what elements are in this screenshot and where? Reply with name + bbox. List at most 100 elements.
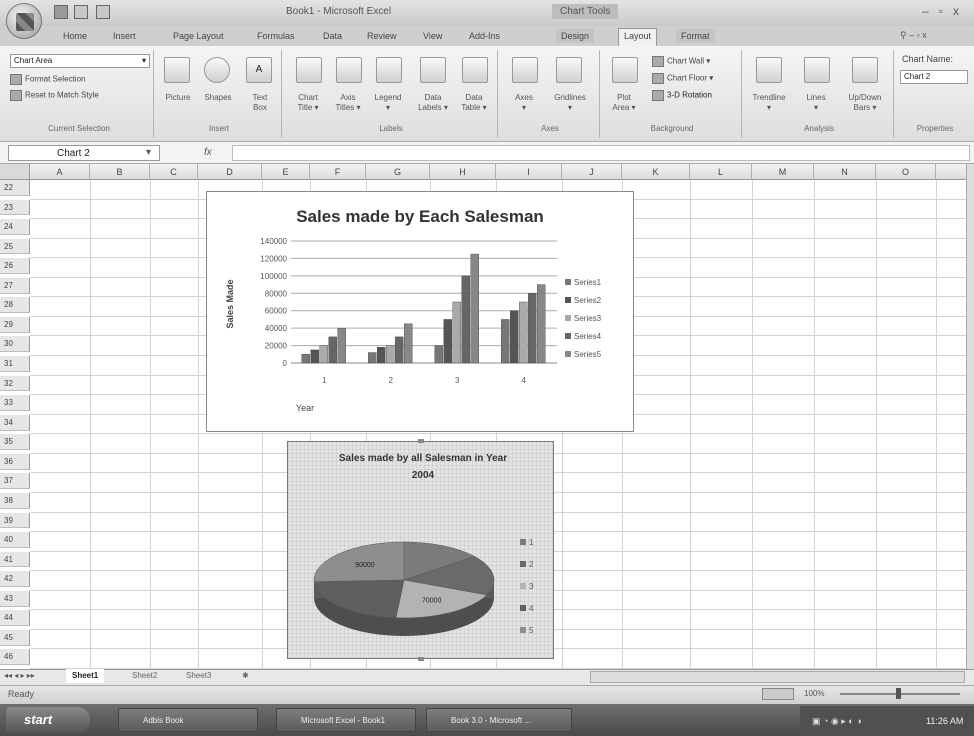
fx-icon[interactable]: fx [204,147,212,158]
tab-page-layout[interactable]: Page Layout [168,29,229,43]
taskbar-item-2[interactable]: Microsoft Excel - Book1 [276,708,416,732]
chart-floor-button[interactable]: Chart Floor ▾ [652,73,713,84]
pie-legend-entry[interactable]: 4 [529,604,534,613]
axes-icon[interactable] [512,57,538,83]
picture-label[interactable]: Picture [158,93,198,103]
insert-sheet-icon[interactable]: ✱ [236,669,255,683]
row-header-25[interactable]: 25 [0,238,30,255]
undo-icon[interactable] [74,5,88,19]
column-header-h[interactable]: H [430,164,496,180]
chart-wall-button[interactable]: Chart Wall ▾ [652,56,710,67]
bar-series3-1[interactable] [319,345,328,364]
tab-home[interactable]: Home [58,29,92,43]
bar-series4-1[interactable] [328,336,337,364]
bar-series3-4[interactable] [519,301,528,364]
taskbar-item-3[interactable]: Book 3.0 - Microsoft ... [426,708,572,732]
row-header-34[interactable]: 34 [0,414,30,431]
axis-titles-button[interactable]: Axis Titles ▾ [328,93,368,113]
plot-area-button[interactable]: Plot Area ▾ [604,93,644,113]
chart-title-button[interactable]: Chart Title ▾ [288,93,328,113]
row-header-46[interactable]: 46 [0,649,30,666]
legend-icon[interactable] [376,57,402,83]
name-box[interactable]: Chart 2 [8,145,160,161]
tab-insert[interactable]: Insert [108,29,141,43]
help-icon[interactable]: ⚲ – ▫ x [900,30,927,41]
formula-input[interactable] [232,145,970,161]
bar-series3-3[interactable] [452,301,461,364]
zoom-level[interactable]: 100% [804,689,824,698]
column-header-l[interactable]: L [690,164,752,180]
column-header-n[interactable]: N [814,164,876,180]
legend-entry[interactable]: Series3 [574,314,602,323]
bar-series2-2[interactable] [377,347,386,364]
updown-bars-button[interactable]: Up/Down Bars ▾ [840,93,890,113]
column-header-b[interactable]: B [90,164,150,180]
bar-series2-3[interactable] [443,319,452,364]
office-button[interactable] [6,3,42,39]
row-header-26[interactable]: 26 [0,258,30,275]
lines-button[interactable]: Lines ▾ [796,93,836,113]
taskbar-item-1[interactable]: Adbis Book [118,708,258,732]
pie-legend-entry[interactable]: 1 [529,538,534,547]
legend-entry[interactable]: Series2 [574,296,602,305]
axes-button[interactable]: Axes ▾ [504,93,544,113]
sheet-tab-sheet3[interactable]: Sheet3 [180,669,217,683]
gridlines-button[interactable]: Gridlines ▾ [546,93,594,113]
bar-series5-2[interactable] [404,323,413,364]
tab-design[interactable]: Design [556,29,595,43]
column-header-m[interactable]: M [752,164,814,180]
row-header-40[interactable]: 40 [0,532,30,548]
resize-handle[interactable] [418,657,424,661]
bar-series3-2[interactable] [386,345,395,364]
column-header-d[interactable]: D [198,164,262,180]
legend-entry[interactable]: Series4 [574,332,602,341]
row-header-23[interactable]: 23 [0,199,30,216]
horizontal-scrollbar[interactable] [590,671,965,683]
tab-data[interactable]: Data [318,29,347,43]
data-labels-icon[interactable] [420,57,446,83]
name-box-dropdown-icon[interactable]: ▾ [146,147,151,158]
column-header-a[interactable]: A [30,164,90,180]
minimize-button[interactable]: – [922,4,939,18]
bar-series1-3[interactable] [434,345,443,364]
tab-layout[interactable]: Layout [618,28,658,46]
tab-review[interactable]: Review [362,29,402,43]
column-header-c[interactable]: C [150,164,198,180]
trendline-button[interactable]: Trendline ▾ [746,93,792,113]
data-labels-button[interactable]: Data Labels ▾ [410,93,456,113]
bar-series1-4[interactable] [501,319,510,364]
bar-series1-2[interactable] [368,352,377,364]
chart-elements-dropdown[interactable]: Chart Area ▾ [10,54,150,68]
axis-titles-icon[interactable] [336,57,362,83]
row-header-38[interactable]: 38 [0,492,30,509]
bar-series5-3[interactable] [470,253,479,364]
close-button[interactable]: x [953,4,969,18]
column-header-o[interactable]: O [876,164,936,180]
restore-button[interactable]: ▫ [939,4,953,18]
column-header-e[interactable]: E [262,164,310,180]
column-header-g[interactable]: G [366,164,430,180]
row-header-37[interactable]: 37 [0,473,30,490]
vertical-scrollbar[interactable] [966,164,974,669]
sheet-nav-arrows-icon[interactable]: ◂◂ ◂ ▸ ▸▸ [4,671,35,680]
text-box-label[interactable]: Text Box [240,93,280,113]
row-header-44[interactable]: 44 [0,610,30,627]
row-header-29[interactable]: 29 [0,316,30,333]
row-header-43[interactable]: 43 [0,590,30,607]
row-header-41[interactable]: 41 [0,551,30,568]
bar-series5-4[interactable] [537,284,546,364]
row-header-39[interactable]: 39 [0,512,30,529]
row-header-42[interactable]: 42 [0,571,30,587]
view-buttons[interactable] [762,688,794,700]
column-header-f[interactable]: F [310,164,366,180]
tab-view[interactable]: View [418,29,447,43]
row-header-24[interactable]: 24 [0,219,30,235]
picture-icon[interactable] [164,57,190,83]
resize-handle[interactable] [418,439,424,443]
bar-series4-2[interactable] [395,336,404,364]
tab-formulas[interactable]: Formulas [252,29,300,43]
row-header-27[interactable]: 27 [0,277,30,294]
column-header-j[interactable]: J [562,164,622,180]
row-header-22[interactable]: 22 [0,180,30,196]
redo-icon[interactable] [96,5,110,19]
